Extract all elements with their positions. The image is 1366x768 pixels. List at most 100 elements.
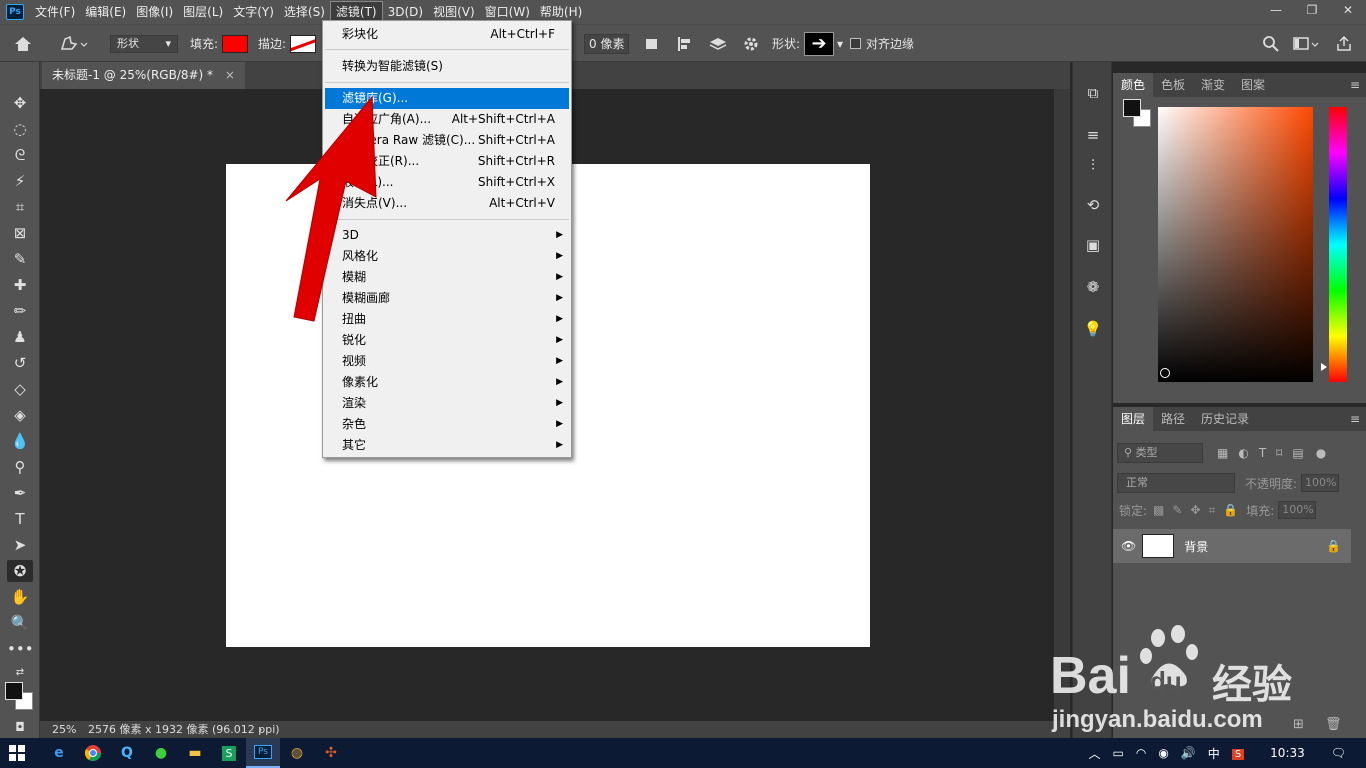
frame-tool-icon[interactable]: ⊠ [7, 222, 33, 244]
menu-layer[interactable]: 图层(L) [178, 1, 228, 23]
filter-adjustment-icon[interactable]: ◐ [1238, 446, 1248, 460]
align-edges-checkbox[interactable] [850, 38, 861, 49]
workspace-icon[interactable] [1293, 25, 1319, 62]
history-brush-tool-icon[interactable]: ↺ [7, 352, 33, 374]
blur-tool-icon[interactable]: 💧 [7, 430, 33, 452]
panel-foreground-swatch[interactable] [1123, 99, 1141, 117]
tab-patterns[interactable]: 图案 [1233, 73, 1273, 97]
close-window-icon[interactable]: ✕ [1330, 0, 1366, 20]
color-picker-field[interactable] [1158, 107, 1313, 382]
lock-position-icon[interactable]: ✥ [1190, 503, 1200, 517]
path-selection-tool-icon[interactable]: ➤ [7, 534, 33, 556]
fill-input[interactable]: 100% [1278, 501, 1317, 519]
menu-item-convert-smart-filter[interactable]: 转换为智能滤镜(S) [325, 56, 569, 77]
tab-layers[interactable]: 图层 [1113, 407, 1154, 431]
photoshop-taskbar-icon[interactable]: Ps [246, 738, 280, 768]
foreground-color-swatch[interactable] [5, 682, 23, 700]
submenu-sharpen[interactable]: 锐化 ▶ [325, 330, 569, 351]
submenu-video[interactable]: 视频 ▶ [325, 351, 569, 372]
tab-gradients[interactable]: 渐变 [1193, 73, 1233, 97]
properties-icon[interactable]: ▣ [1081, 234, 1105, 256]
qq-icon[interactable]: ◉ [1152, 746, 1174, 760]
marquee-tool-icon[interactable]: ◌ [7, 118, 33, 140]
custom-shape-tool-icon[interactable]: ✪ [7, 560, 33, 582]
adjustments-sliders-icon[interactable]: ⫶ [1081, 154, 1105, 176]
brush-tool-icon[interactable]: ✏ [7, 300, 33, 322]
channels-icon[interactable]: ❁ [1081, 276, 1105, 298]
file-explorer-icon[interactable]: ▬ [178, 738, 212, 768]
submenu-render[interactable]: 渲染 ▶ [325, 393, 569, 414]
document-tab[interactable]: 未标题-1 @ 25%(RGB/8#) * × [42, 62, 245, 89]
hand-tool-icon[interactable]: ✋ [7, 586, 33, 608]
lock-transparent-icon[interactable]: ▩ [1153, 503, 1164, 517]
stroke-width-input[interactable]: 0 像素 [584, 33, 630, 54]
restore-icon[interactable]: ❐ [1294, 0, 1330, 20]
sogou-ime-icon[interactable]: S [1226, 746, 1250, 760]
hue-slider[interactable] [1329, 107, 1347, 382]
healing-brush-tool-icon[interactable]: ✚ [7, 274, 33, 296]
zoom-tool-icon[interactable]: 🔍 [7, 612, 33, 634]
notification-icon[interactable]: 🗨 [1325, 746, 1352, 760]
learn-bulb-icon[interactable]: 💡 [1081, 318, 1105, 340]
search-icon[interactable] [1262, 25, 1280, 62]
menu-image[interactable]: 图像(I) [131, 1, 178, 23]
pen-tool-icon[interactable]: ✒ [7, 482, 33, 504]
home-icon[interactable] [14, 25, 32, 62]
panel-menu-icon[interactable]: ≡ [1350, 407, 1360, 431]
menu-edit[interactable]: 编辑(E) [80, 1, 131, 23]
battery-icon[interactable]: ▭ [1107, 746, 1130, 760]
tab-paths[interactable]: 路径 [1153, 407, 1193, 431]
path-alignment-icon[interactable] [676, 25, 694, 62]
brush-settings-icon[interactable]: ≡ [1081, 124, 1105, 146]
menu-item-last-filter[interactable]: 彩块化 Alt+Ctrl+F [325, 24, 569, 45]
lock-all-icon[interactable]: 🔒 [1223, 503, 1238, 517]
path-arrangement-icon[interactable] [708, 25, 728, 62]
paint-bucket-tool-icon[interactable]: ◈ [7, 404, 33, 426]
filter-shape-icon[interactable]: ⌑ [1276, 446, 1282, 460]
submenu-pixelate[interactable]: 像素化 ▶ [325, 372, 569, 393]
chevron-up-icon[interactable]: ︿ [1083, 745, 1107, 762]
color-picker-cursor[interactable] [1160, 368, 1170, 378]
shape-picker-arrow-icon[interactable]: ➔ [804, 31, 835, 56]
fill-color-swatch[interactable] [222, 34, 249, 53]
filter-pixel-icon[interactable]: ▦ [1217, 446, 1228, 460]
windows-start-icon[interactable] [0, 738, 34, 768]
share-icon[interactable] [1336, 25, 1352, 62]
ime-indicator[interactable]: 中 [1202, 745, 1226, 762]
zoom-level[interactable]: 25% [52, 721, 76, 738]
chevron-right-icon[interactable]: › [258, 721, 262, 738]
eyedropper-tool-icon[interactable]: ✎ [7, 248, 33, 270]
history-icon[interactable]: ⟲ [1081, 194, 1105, 216]
eraser-tool-icon[interactable]: ◇ [7, 378, 33, 400]
layer-row-background[interactable]: 👁 背景 🔒 [1113, 529, 1351, 563]
layer-filter-kind-select[interactable]: ⚲ 类型 [1117, 443, 1203, 463]
volume-icon[interactable]: 🔊 [1175, 746, 1202, 760]
wps-sheets-icon[interactable]: S [212, 738, 246, 768]
crop-tool-icon[interactable]: ⌗ [7, 196, 33, 218]
clock[interactable]: 10:33 [1264, 746, 1311, 760]
filter-type-icon[interactable]: T [1259, 446, 1266, 460]
magic-wand-tool-icon[interactable]: ⚡ [7, 170, 33, 192]
lock-image-icon[interactable]: ✎ [1172, 503, 1182, 517]
visibility-eye-icon[interactable]: 👁 [1121, 539, 1136, 553]
swap-colors-icon[interactable]: ⇄ [7, 662, 33, 684]
close-tab-icon[interactable]: × [225, 68, 235, 82]
edge-browser-icon[interactable]: Q [110, 738, 144, 768]
type-tool-icon[interactable]: T [7, 508, 33, 530]
custom-shape-tool-icon[interactable] [58, 25, 88, 62]
path-operations-icon[interactable] [644, 25, 660, 62]
panel-menu-icon[interactable]: ≡ [1350, 73, 1360, 97]
tab-color[interactable]: 颜色 [1113, 73, 1154, 97]
app-ball-icon[interactable]: ◍ [280, 738, 314, 768]
tab-swatches[interactable]: 色板 [1153, 73, 1193, 97]
network-icon[interactable]: ◠ [1130, 746, 1152, 760]
3d-cube-icon[interactable]: ⧉ [1081, 82, 1105, 104]
menu-type[interactable]: 文字(Y) [228, 1, 279, 23]
chevron-down-icon[interactable]: ▾ [837, 37, 843, 51]
app-pinwheel-icon[interactable]: ✣ [314, 738, 348, 768]
opacity-input[interactable]: 100% [1301, 474, 1340, 492]
stroke-color-swatch[interactable] [290, 34, 317, 53]
dodge-tool-icon[interactable]: ⚲ [7, 456, 33, 478]
menu-file[interactable]: 文件(F) [30, 1, 80, 23]
wechat-icon[interactable]: ● [144, 738, 178, 768]
